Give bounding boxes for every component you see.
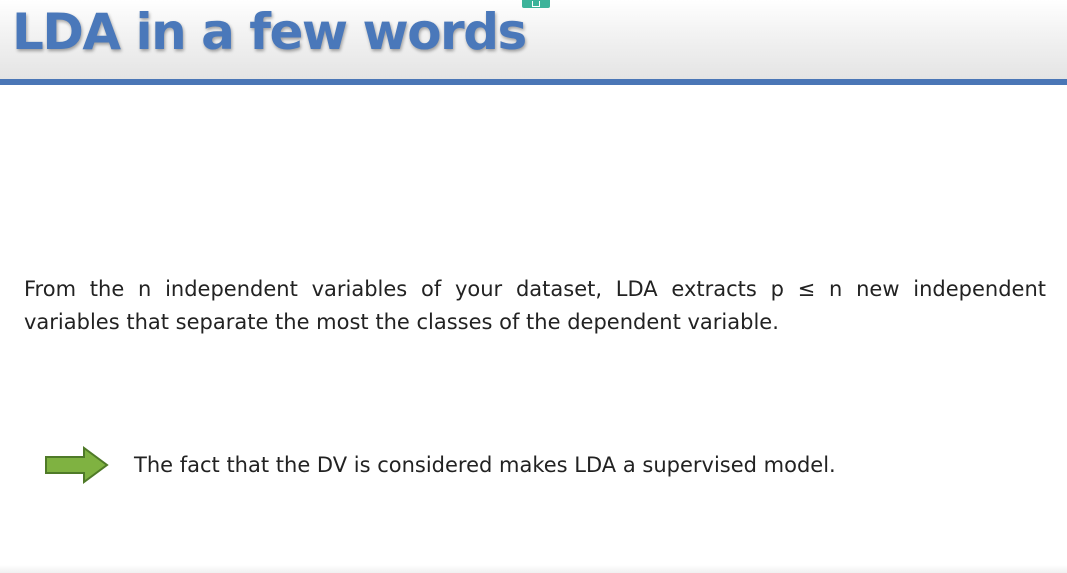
bottom-edge (0, 565, 1067, 573)
slide-header: LDA in a few words (0, 0, 1067, 79)
right-arrow-icon (45, 446, 109, 484)
key-point: The fact that the DV is considered makes… (44, 446, 836, 484)
lda-definition-paragraph: From the n independent variables of your… (24, 277, 1046, 334)
key-point-text: The fact that the DV is considered makes… (134, 452, 836, 477)
slide-title: LDA in a few words (12, 3, 527, 61)
copy-icon[interactable] (522, 0, 550, 8)
header-divider (0, 79, 1067, 85)
slide: LDA in a few words From the n independen… (0, 0, 1067, 573)
